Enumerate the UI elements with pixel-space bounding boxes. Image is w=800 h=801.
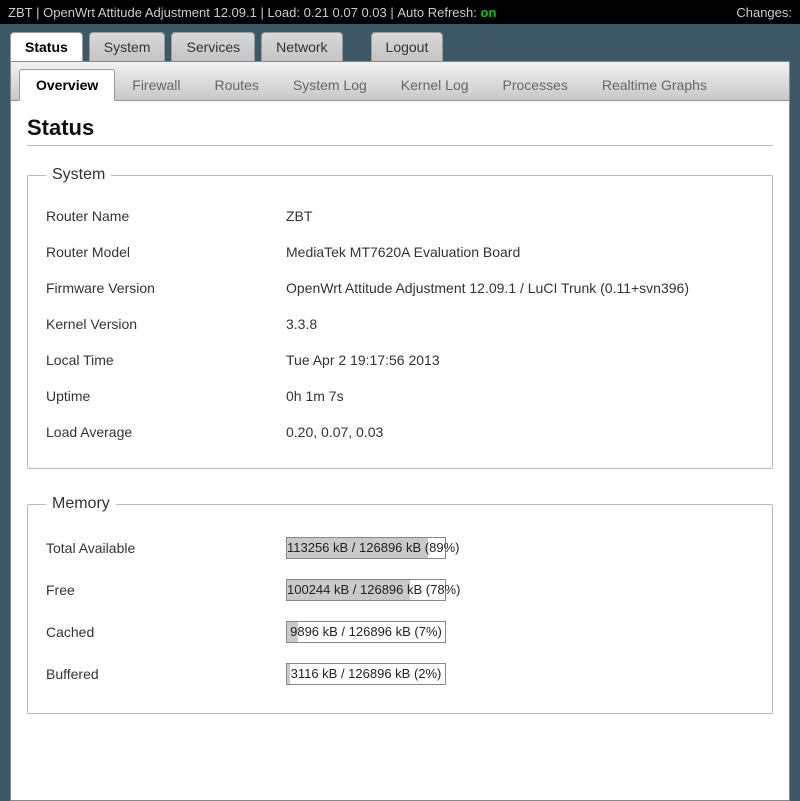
tab-logout[interactable]: Logout <box>371 32 444 61</box>
subtab-overview[interactable]: Overview <box>19 69 115 101</box>
topbar-left: ZBT | OpenWrt Attitude Adjustment 12.09.… <box>8 5 496 20</box>
main-tabs: Status System Services Network Logout <box>0 24 800 61</box>
autorefresh-label: Auto Refresh: <box>397 5 477 20</box>
label-firmware-version: Firmware Version <box>46 280 286 296</box>
subtab-realtime-graphs[interactable]: Realtime Graphs <box>585 69 724 100</box>
value-router-model: MediaTek MT7620A Evaluation Board <box>286 244 754 260</box>
value-local-time: Tue Apr 2 19:17:56 2013 <box>286 352 754 368</box>
row-mem-total: Total Available 113256 kB / 126896 kB (8… <box>46 527 754 569</box>
label-kernel-version: Kernel Version <box>46 316 286 332</box>
row-kernel-version: Kernel Version 3.3.8 <box>46 306 754 342</box>
sub-tabs: Overview Firewall Routes System Log Kern… <box>11 62 789 101</box>
tab-status[interactable]: Status <box>10 32 83 61</box>
memory-fieldset: Memory Total Available 113256 kB / 12689… <box>27 495 773 714</box>
value-load-average: 0.20, 0.07, 0.03 <box>286 424 754 440</box>
label-load-average: Load Average <box>46 424 286 440</box>
tab-services[interactable]: Services <box>171 32 255 61</box>
meter-text: 9896 kB / 126896 kB (7%) <box>287 622 445 642</box>
meter-text: 100244 kB / 126896 kB (78%) <box>287 580 445 600</box>
value-firmware-version: OpenWrt Attitude Adjustment 12.09.1 / Lu… <box>286 280 754 296</box>
row-mem-buffered: Buffered 3116 kB / 126896 kB (2%) <box>46 653 754 695</box>
memory-legend: Memory <box>46 495 116 513</box>
row-mem-free: Free 100244 kB / 126896 kB (78%) <box>46 569 754 611</box>
meter-mem-cached: 9896 kB / 126896 kB (7%) <box>286 621 446 643</box>
label-mem-free: Free <box>46 582 286 598</box>
content-panel: Overview Firewall Routes System Log Kern… <box>10 61 790 801</box>
tab-system[interactable]: System <box>89 32 166 61</box>
tab-network[interactable]: Network <box>261 32 342 61</box>
autorefresh-toggle[interactable]: on <box>481 5 497 20</box>
label-router-name: Router Name <box>46 208 286 224</box>
subtab-routes[interactable]: Routes <box>198 69 276 100</box>
label-mem-total: Total Available <box>46 540 286 556</box>
meter-mem-buffered: 3116 kB / 126896 kB (2%) <box>286 663 446 685</box>
subtab-processes[interactable]: Processes <box>486 69 585 100</box>
load-value: 0.21 0.07 0.03 <box>304 5 387 20</box>
label-mem-cached: Cached <box>46 624 286 640</box>
label-local-time: Local Time <box>46 352 286 368</box>
row-local-time: Local Time Tue Apr 2 19:17:56 2013 <box>46 342 754 378</box>
load-label: Load: <box>267 5 300 20</box>
value-router-name: ZBT <box>286 208 754 224</box>
subtab-system-log[interactable]: System Log <box>276 69 384 100</box>
meter-mem-free: 100244 kB / 126896 kB (78%) <box>286 579 446 601</box>
row-router-name: Router Name ZBT <box>46 198 754 234</box>
meter-text: 3116 kB / 126896 kB (2%) <box>287 664 445 684</box>
system-fieldset: System Router Name ZBT Router Model Medi… <box>27 166 773 469</box>
label-uptime: Uptime <box>46 388 286 404</box>
subtab-firewall[interactable]: Firewall <box>115 69 197 100</box>
row-uptime: Uptime 0h 1m 7s <box>46 378 754 414</box>
row-firmware-version: Firmware Version OpenWrt Attitude Adjust… <box>46 270 754 306</box>
row-mem-cached: Cached 9896 kB / 126896 kB (7%) <box>46 611 754 653</box>
value-uptime: 0h 1m 7s <box>286 388 754 404</box>
value-kernel-version: 3.3.8 <box>286 316 754 332</box>
hostname: ZBT <box>8 5 33 20</box>
changes-label[interactable]: Changes: <box>736 5 792 20</box>
row-router-model: Router Model MediaTek MT7620A Evaluation… <box>46 234 754 270</box>
topbar: ZBT | OpenWrt Attitude Adjustment 12.09.… <box>0 0 800 24</box>
row-load-average: Load Average 0.20, 0.07, 0.03 <box>46 414 754 450</box>
label-mem-buffered: Buffered <box>46 666 286 682</box>
page-title: Status <box>27 115 773 141</box>
page-body: Status System Router Name ZBT Router Mod… <box>11 101 789 754</box>
label-router-model: Router Model <box>46 244 286 260</box>
firmware-name: OpenWrt Attitude Adjustment 12.09.1 <box>43 5 257 20</box>
meter-text: 113256 kB / 126896 kB (89%) <box>287 538 445 558</box>
subtab-kernel-log[interactable]: Kernel Log <box>384 69 486 100</box>
system-legend: System <box>46 166 111 184</box>
meter-mem-total: 113256 kB / 126896 kB (89%) <box>286 537 446 559</box>
title-divider <box>27 145 773 146</box>
